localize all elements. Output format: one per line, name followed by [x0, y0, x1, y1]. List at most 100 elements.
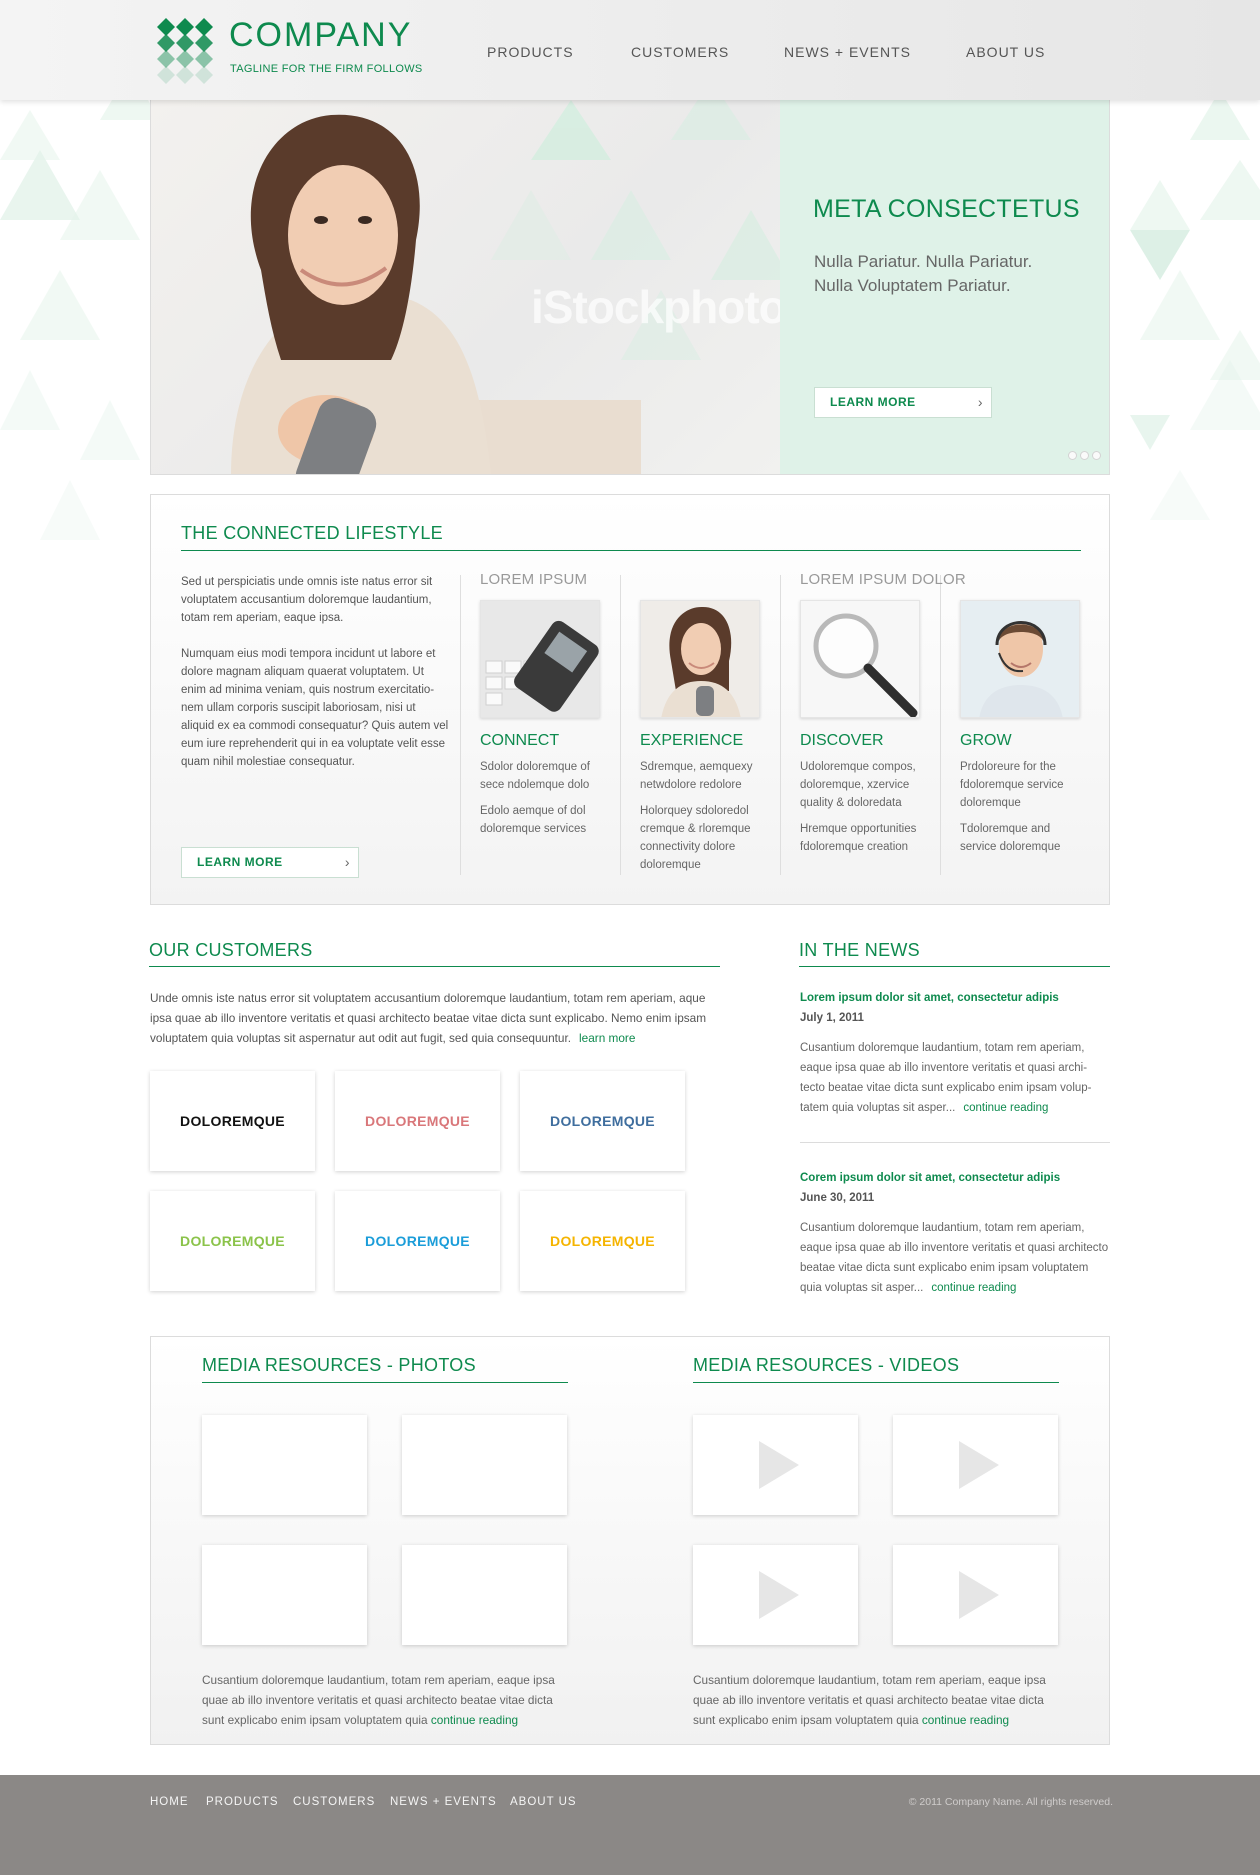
customers-title: OUR CUSTOMERS	[149, 940, 720, 967]
column-divider	[620, 575, 621, 875]
magnifier-photo-icon[interactable]	[800, 600, 920, 718]
column-divider	[780, 575, 781, 875]
slide-dot-1[interactable]	[1068, 451, 1077, 460]
news-continue-reading-link[interactable]: continue reading	[963, 1102, 1048, 1114]
feature-grow: GROW Prdoloreure for the fdoloremque ser…	[960, 600, 1085, 864]
feature-title[interactable]: DISCOVER	[800, 732, 925, 750]
lifestyle-intro-p1: Sed ut perspiciatis unde omnis iste natu…	[181, 576, 433, 624]
feature-connect: CONNECT Sdolor doloremque of sece ndolem…	[480, 600, 605, 846]
photo-thumbnail[interactable]	[402, 1545, 567, 1645]
footer-nav-products[interactable]: PRODUCTS	[206, 1796, 279, 1808]
media-videos-continue-reading-link[interactable]: continue reading	[922, 1713, 1009, 1727]
hero-photo: iStockphoto	[151, 100, 791, 474]
customers-text: Unde omnis iste natus error sit voluptat…	[150, 988, 725, 1048]
customer-logo[interactable]: DOLOREMQUE	[520, 1191, 685, 1291]
nav-about-us[interactable]: ABOUT US	[966, 44, 1045, 60]
feature-text: Udoloremque compos, doloremque, xzervice…	[800, 758, 925, 856]
play-icon	[759, 1441, 799, 1489]
customer-logo[interactable]: DOLOREMQUE	[520, 1071, 685, 1171]
lifestyle-learn-more-button[interactable]: LEARN MORE ›	[181, 847, 359, 878]
feature-text-p1: Udoloremque compos, doloremque, xzervice…	[800, 761, 916, 809]
connected-lifestyle-section: THE CONNECTED LIFESTYLE Sed ut perspicia…	[150, 494, 1110, 905]
feature-text-p1: Sdolor doloremque of sece ndolemque dolo	[480, 761, 590, 791]
copyright: © 2011 Company Name. All rights reserved…	[908, 1796, 1113, 1808]
play-icon	[959, 1571, 999, 1619]
feature-title[interactable]: EXPERIENCE	[640, 732, 765, 750]
news-title: IN THE NEWS	[799, 940, 1110, 967]
customers-learn-more-link[interactable]: learn more	[579, 1031, 635, 1045]
company-tagline: TAGLINE FOR THE FIRM FOLLOWS	[230, 63, 423, 75]
play-icon	[759, 1571, 799, 1619]
news-headline[interactable]: Corem ipsum dolor sit amet, consectetur …	[800, 1168, 1110, 1188]
woman-remote-photo-icon[interactable]	[640, 600, 760, 718]
media-resources-section: MEDIA RESOURCES - PHOTOS MEDIA RESOURCES…	[150, 1336, 1110, 1745]
hero-subtitle: Nulla Pariatur. Nulla Pariatur. Nulla Vo…	[814, 250, 1084, 298]
feature-experience: EXPERIENCE Sdremque, aemquexy netwdolore…	[640, 600, 765, 882]
news-date: June 30, 2011	[800, 1192, 875, 1204]
news-item: Lorem ipsum dolor sit amet, consectetur …	[800, 988, 1110, 1118]
feature-text-p1: Prdoloreure for the fdoloremque service …	[960, 761, 1064, 809]
video-thumbnail[interactable]	[693, 1545, 858, 1645]
news-item: Corem ipsum dolor sit amet, consectetur …	[800, 1168, 1110, 1298]
video-thumbnail[interactable]	[693, 1415, 858, 1515]
feature-text: Sdolor doloremque of sece ndolemque dolo…	[480, 758, 605, 838]
feature-title[interactable]: GROW	[960, 732, 1085, 750]
company-name[interactable]: COMPANY	[229, 16, 412, 55]
nav-news-events[interactable]: NEWS + EVENTS	[784, 44, 911, 60]
chevron-right-icon: ›	[344, 854, 350, 870]
customer-logo[interactable]: DOLOREMQUE	[335, 1071, 500, 1171]
feature-text-p2: Tdoloremque and service doloremque	[960, 823, 1061, 853]
feature-text-p2: Edolo aemque of dol doloremque services	[480, 805, 587, 835]
hero-panel: META CONSECTETUS Nulla Pariatur. Nulla P…	[780, 100, 1109, 474]
feature-text-p2: Hremque opportunities fdoloremque creati…	[800, 823, 917, 853]
photo-thumbnail[interactable]	[202, 1545, 367, 1645]
column-divider	[940, 575, 941, 875]
media-photos-continue-reading-link[interactable]: continue reading	[431, 1713, 518, 1727]
news-divider	[800, 1142, 1110, 1143]
nav-customers[interactable]: CUSTOMERS	[631, 44, 729, 60]
group-heading-lorem-ipsum: LOREM IPSUM	[480, 571, 588, 588]
lifestyle-learn-more-label: LEARN MORE	[197, 855, 283, 869]
customer-logo[interactable]: DOLOREMQUE	[335, 1191, 500, 1291]
photo-thumbnail[interactable]	[402, 1415, 567, 1515]
slider-dots	[1065, 447, 1101, 465]
column-divider	[460, 575, 461, 875]
video-thumbnail[interactable]	[893, 1545, 1058, 1645]
headset-man-photo-icon[interactable]	[960, 600, 1080, 718]
customer-logo[interactable]: DOLOREMQUE	[150, 1071, 315, 1171]
media-photos-text: Cusantium doloremque laudantium, totam r…	[202, 1670, 572, 1730]
logo-diamond-icon[interactable]	[156, 18, 214, 84]
feature-text: Sdremque, aemquexy netwdolore redolore H…	[640, 758, 765, 874]
phone-keyboard-photo-icon[interactable]	[480, 600, 600, 718]
footer-nav-about-us[interactable]: ABOUT US	[510, 1796, 577, 1808]
slide-dot-3[interactable]	[1092, 451, 1101, 460]
footer-nav-news-events[interactable]: NEWS + EVENTS	[390, 1796, 497, 1808]
feature-text-p1: Sdremque, aemquexy netwdolore redolore	[640, 761, 753, 791]
chevron-right-icon: ›	[977, 394, 983, 410]
customer-logo-label: DOLOREMQUE	[365, 1113, 470, 1129]
customer-logo-label: DOLOREMQUE	[180, 1113, 285, 1129]
footer-nav-customers[interactable]: CUSTOMERS	[293, 1796, 375, 1808]
hero-slider: iStockphoto META CONSECTETUS Nulla Paria…	[150, 100, 1110, 475]
slide-dot-2[interactable]	[1080, 451, 1089, 460]
nav-products[interactable]: PRODUCTS	[487, 44, 574, 60]
news-headline[interactable]: Lorem ipsum dolor sit amet, consectetur …	[800, 988, 1110, 1008]
video-thumbnail[interactable]	[893, 1415, 1058, 1515]
hero-subtitle-line-2: Nulla Voluptatem Pariatur.	[814, 276, 1011, 295]
stock-watermark: iStockphoto	[531, 281, 787, 333]
group-heading-lorem-ipsum-dolor: LOREM IPSUM DOLOR	[800, 571, 966, 588]
hero-learn-more-button[interactable]: LEARN MORE ›	[814, 387, 992, 418]
news-continue-reading-link[interactable]: continue reading	[931, 1282, 1016, 1294]
feature-title[interactable]: CONNECT	[480, 732, 605, 750]
customer-logo-label: DOLOREMQUE	[550, 1233, 655, 1249]
hero-subtitle-line-1: Nulla Pariatur. Nulla Pariatur.	[814, 252, 1033, 271]
site-header: COMPANY TAGLINE FOR THE FIRM FOLLOWS PRO…	[0, 0, 1260, 100]
play-icon	[959, 1441, 999, 1489]
customer-logo[interactable]: DOLOREMQUE	[150, 1191, 315, 1291]
feature-text: Prdoloreure for the fdoloremque service …	[960, 758, 1085, 856]
customer-logo-label: DOLOREMQUE	[365, 1233, 470, 1249]
photo-thumbnail[interactable]	[202, 1415, 367, 1515]
section-title: THE CONNECTED LIFESTYLE	[181, 523, 1081, 551]
footer-nav-home[interactable]: HOME	[150, 1796, 189, 1808]
customer-logo-label: DOLOREMQUE	[550, 1113, 655, 1129]
